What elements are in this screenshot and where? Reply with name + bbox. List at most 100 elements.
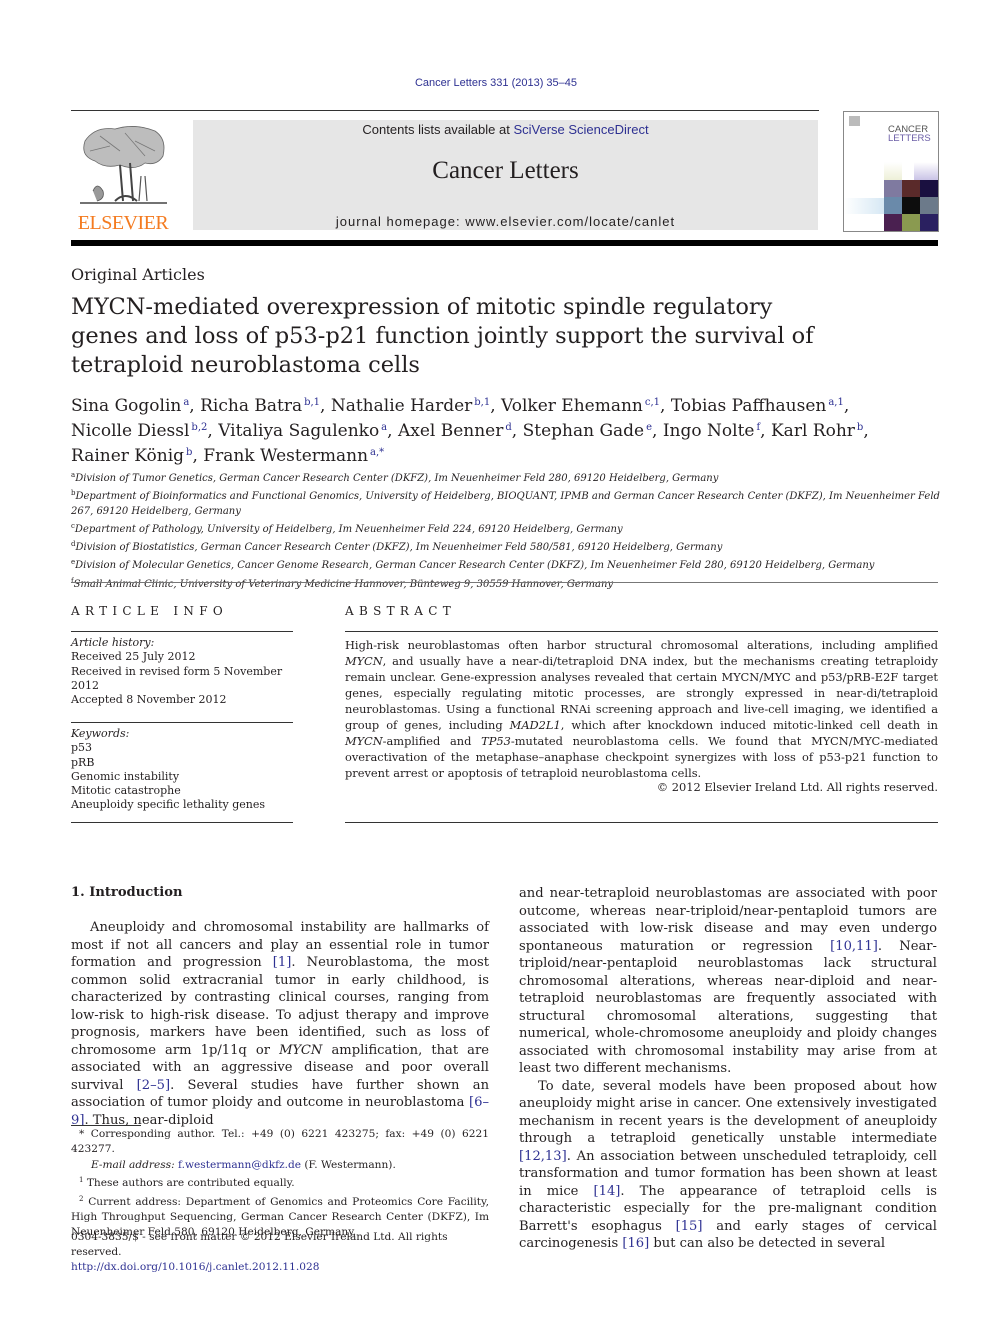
- affiliation-text: Division of Biostatistics, German Cancer…: [75, 542, 723, 554]
- email-suffix: (F. Westermann).: [301, 1158, 396, 1171]
- keyword: p53: [71, 741, 93, 755]
- history-item: Received in revised form 5 November 2012: [71, 664, 283, 692]
- text-run: but can also be detected in several: [649, 1236, 886, 1251]
- affiliation-text: Department of Bioinformatics and Functio…: [71, 491, 940, 517]
- affiliation: cDepartment of Pathology, University of …: [71, 519, 941, 537]
- elsevier-tree-icon: [80, 126, 167, 204]
- email-label: E-mail address:: [91, 1158, 179, 1171]
- citation-link[interactable]: [1]: [273, 955, 292, 970]
- section-divider: [71, 582, 938, 583]
- abstract-heading: ABSTRACT: [345, 604, 456, 618]
- cover-artwork: [844, 162, 938, 231]
- corresponding-author-note: * Corresponding author. Tel.: +49 (0) 62…: [71, 1127, 489, 1158]
- cover-title: CANCER LETTERS: [888, 125, 931, 144]
- affiliation: eDivision of Molecular Genetics, Cancer …: [71, 555, 941, 573]
- contents-prefix: Contents lists available at: [362, 122, 514, 137]
- author-name: Nathalie Harder: [330, 396, 473, 416]
- footnote-1: 1 These authors are contributed equally.: [71, 1173, 489, 1191]
- author-affiliation-mark[interactable]: a,1: [826, 397, 844, 408]
- author-affiliation-mark[interactable]: a,*: [368, 447, 384, 458]
- author-affiliation-mark[interactable]: d: [503, 422, 511, 433]
- gene-name: TP53: [481, 734, 511, 748]
- author-separator: ,: [760, 421, 771, 441]
- author-separator: ,: [387, 421, 398, 441]
- footnotes: * Corresponding author. Tel.: +49 (0) 62…: [71, 1127, 489, 1241]
- author-name: Ingo Nolte: [662, 421, 755, 441]
- author-name: Richa Batra: [200, 396, 303, 416]
- footnote-1-mark: 1: [79, 1176, 84, 1185]
- author-name: Vitaliya Sagulenko: [218, 421, 380, 441]
- sciencedirect-link[interactable]: SciVerse ScienceDirect: [513, 122, 648, 137]
- text-run: High-risk neuroblastomas often harbor st…: [345, 638, 938, 652]
- text-run: -amplified and: [382, 734, 482, 748]
- author-list: Sina Gogolin a, Richa Batra b,1, Nathali…: [71, 392, 911, 467]
- gene-name: MYCN: [345, 734, 383, 748]
- citation-link[interactable]: [10,11]: [830, 939, 878, 954]
- author-separator: ,: [652, 421, 663, 441]
- paragraph: To date, several models have been propos…: [519, 1078, 937, 1253]
- doi-link[interactable]: http://dx.doi.org/10.1016/j.canlet.2012.…: [71, 1261, 319, 1273]
- introduction-heading: 1. Introduction: [71, 885, 183, 900]
- elsevier-wordmark: ELSEVIER: [77, 212, 169, 234]
- journal-homepage[interactable]: journal homepage: www.elsevier.com/locat…: [193, 214, 818, 229]
- author-affiliation-mark[interactable]: b,1: [302, 397, 320, 408]
- email-link[interactable]: f.westermann@dkfz.de: [178, 1159, 301, 1171]
- author-name: Stephan Gade: [522, 421, 645, 441]
- author-separator: ,: [490, 396, 502, 416]
- email-note: E-mail address: f.westermann@dkfz.de (F.…: [71, 1158, 489, 1173]
- journal-citation-link[interactable]: Cancer Letters 331 (2013) 35–45: [0, 77, 992, 89]
- article-info-rule: [71, 631, 293, 632]
- history-label: Article history:: [71, 636, 155, 649]
- author-name: Tobias Paffhausen: [670, 396, 827, 416]
- citation-link[interactable]: [14]: [594, 1184, 621, 1199]
- journal-banner: Contents lists available at SciVerse Sci…: [193, 120, 818, 230]
- author-separator: ,: [189, 396, 201, 416]
- author-affiliation-mark[interactable]: b,1: [472, 397, 490, 408]
- author-name: Karl Rohr: [770, 421, 855, 441]
- gene-name: MYCN: [345, 654, 383, 668]
- author-separator: ,: [863, 421, 869, 441]
- journal-cover-thumbnail[interactable]: CANCER LETTERS: [843, 111, 939, 232]
- elsevier-logo[interactable]: ELSEVIER: [71, 118, 175, 234]
- keywords-block: Keywords: p53 pRB Genomic instability Mitot…: [71, 727, 296, 813]
- corresponding-mark: *: [79, 1128, 85, 1140]
- affiliation-text: Department of Pathology, University of H…: [74, 523, 623, 535]
- author-name: Nicolle Diessl: [71, 421, 190, 441]
- affiliation-text: Small Animal Clinic, University of Veter…: [73, 578, 614, 590]
- citation-link[interactable]: [16]: [622, 1236, 649, 1251]
- author-name: Volker Ehemann: [501, 396, 643, 416]
- article-info-bottom-rule: [71, 822, 293, 823]
- author-affiliation-mark[interactable]: e: [644, 422, 652, 433]
- header-thick-rule: [71, 240, 938, 246]
- author-separator: ,: [320, 396, 331, 416]
- affiliation: aDivision of Tumor Genetics, German Canc…: [71, 468, 941, 486]
- section-type: Original Articles: [71, 265, 205, 284]
- history-list: Received 25 July 2012 Received in revised…: [71, 650, 296, 707]
- author-separator: ,: [660, 396, 671, 416]
- body-column-left: Aneuploidy and chromosomal instability a…: [71, 919, 489, 1129]
- text-run: To date, several models have been propos…: [519, 1078, 937, 1147]
- keyword: Mitotic catastrophe: [71, 784, 181, 798]
- author-name: Axel Benner: [397, 421, 504, 441]
- cover-mini-logo: [849, 116, 860, 126]
- history-item: Accepted 8 November 2012: [71, 693, 227, 707]
- publication-info: 0304-3835/$ - see front matter © 2012 El…: [71, 1230, 489, 1275]
- contents-line: Contents lists available at SciVerse Sci…: [193, 122, 818, 137]
- article-title: MYCN-mediated overexpression of mitotic …: [71, 294, 814, 378]
- footnote-rule: [71, 1125, 141, 1126]
- keyword: pRB: [71, 755, 95, 769]
- author-name: Rainer König: [71, 446, 185, 466]
- author-affiliation-mark[interactable]: c,1: [643, 397, 660, 408]
- author-name: Sina Gogolin: [71, 396, 182, 416]
- corresponding-text: Corresponding author. Tel.: +49 (0) 6221…: [71, 1128, 489, 1156]
- citation-link[interactable]: [12,13]: [519, 1149, 567, 1164]
- abstract-copyright: © 2012 Elsevier Ireland Ltd. All rights …: [656, 780, 938, 794]
- author-affiliation-mark[interactable]: b,2: [189, 422, 207, 433]
- gene-name: MAD2L1: [509, 718, 561, 732]
- paragraph: and near-tetraploid neuroblastomas are a…: [519, 885, 937, 1078]
- author-affiliation-mark[interactable]: a: [379, 422, 387, 433]
- affiliation-text: Division of Tumor Genetics, German Cance…: [75, 473, 719, 484]
- keyword: Aneuploidy specific lethality genes: [71, 798, 265, 812]
- citation-link[interactable]: [15]: [676, 1219, 703, 1234]
- citation-link[interactable]: [2–5]: [137, 1078, 170, 1093]
